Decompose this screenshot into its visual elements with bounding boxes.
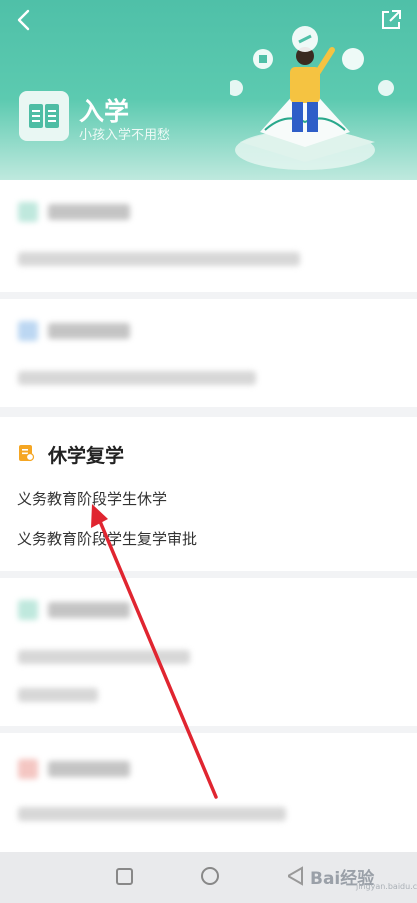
service-card-2 [0,299,417,407]
service-card-5 [0,733,417,852]
back-arrow-icon[interactable] [12,8,36,32]
link-student-resumption-approval[interactable]: 义务教育阶段学生复学审批 [17,528,197,549]
service-card-4 [0,578,417,726]
service-card-1 [0,180,417,292]
recent-apps-button[interactable] [116,868,133,885]
page-title: 入学 [79,97,130,126]
student-illustration [230,26,394,170]
page-subtitle: 小孩入学不用愁 [79,128,171,143]
document-badge-icon [19,445,35,462]
home-button[interactable] [201,867,219,885]
section-title: 休学复学 [48,445,125,467]
header-banner: 入学 小孩入学不用愁 [0,0,417,180]
watermark-url: jingyan.baidu.com [356,882,417,891]
link-student-suspension[interactable]: 义务教育阶段学生休学 [17,488,167,509]
book-icon [19,91,69,141]
